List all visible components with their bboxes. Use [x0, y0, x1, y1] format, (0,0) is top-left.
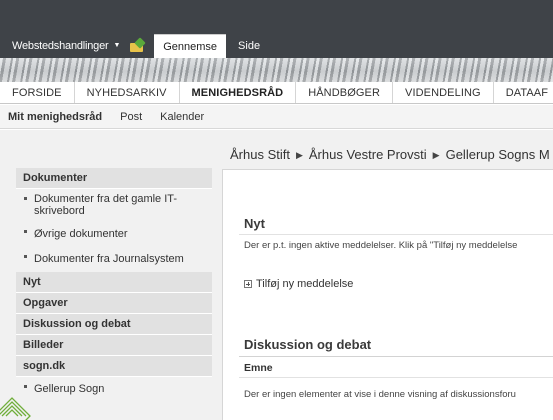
quicklaunch-item-gellerup[interactable]: Gellerup Sogn: [16, 377, 212, 405]
breadcrumb-arrow-icon: ▶: [295, 150, 303, 160]
webpart-title-diskussion[interactable]: Diskussion og debat: [244, 337, 371, 352]
tab-side[interactable]: Side: [226, 33, 272, 58]
webpart-divider: [239, 234, 553, 235]
nav-forside[interactable]: FORSIDE: [0, 82, 75, 103]
top-navigation: FORSIDE NYHEDSARKIV MENIGHEDSRÅD HÅNDBØG…: [0, 82, 553, 104]
quicklaunch-heading-nyt[interactable]: Nyt: [16, 272, 212, 293]
quicklaunch-item-journalsystem[interactable]: Dokumenter fra Journalsystem: [16, 247, 212, 272]
quick-launch: Dokumenter Dokumenter fra det gamle IT-s…: [16, 168, 212, 405]
site-actions-menu[interactable]: Webstedshandlinger ▼: [0, 33, 154, 58]
nav-dataaf[interactable]: DATAAF: [494, 82, 553, 103]
webpart-title-nyt[interactable]: Nyt: [244, 216, 265, 231]
add-announcement-label: Tilføj ny meddelelse: [256, 278, 354, 290]
navigate-up-icon[interactable]: [130, 36, 146, 52]
tab-gennemse-label: Gennemse: [163, 40, 218, 53]
tab-gennemse[interactable]: Gennemse: [154, 34, 227, 58]
sub-navigation: Mit menighedsråd Post Kalender: [0, 105, 553, 129]
add-icon: [244, 280, 252, 288]
subnav-kalender[interactable]: Kalender: [150, 111, 212, 123]
quicklaunch-heading-sogn[interactable]: sogn.dk: [16, 356, 212, 377]
quicklaunch-heading-opgaver[interactable]: Opgaver: [16, 293, 212, 314]
quicklaunch-item-it-skrivebord[interactable]: Dokumenter fra det gamle IT-skrivebord: [16, 189, 212, 222]
nav-nyhedsarkiv[interactable]: NYHEDSARKIV: [75, 82, 180, 103]
quicklaunch-heading-diskussion[interactable]: Diskussion og debat: [16, 314, 212, 335]
discussion-empty-text: Der er ingen elementer at vise i denne v…: [244, 389, 516, 400]
site-actions-label: Webstedshandlinger: [12, 39, 109, 52]
add-announcement-link[interactable]: Tilføj ny meddelelse: [244, 278, 353, 290]
quicklaunch-item-oevrige[interactable]: Øvrige dokumenter: [16, 222, 212, 247]
breadcrumb-arrow-icon: ▶: [432, 150, 440, 160]
main-content: Nyt Der er p.t. ingen aktive meddelelser…: [222, 169, 553, 420]
ribbon-row: Webstedshandlinger ▼ Gennemse Side: [0, 33, 553, 58]
quicklaunch-heading-billeder[interactable]: Billeder: [16, 335, 212, 356]
nav-haandboeger[interactable]: HÅNDBØGER: [296, 82, 394, 103]
column-header-label: Emne: [244, 362, 273, 374]
breadcrumb-item-provsti[interactable]: Århus Vestre Provsti: [309, 147, 427, 162]
nav-videndeling[interactable]: VIDENDELING: [393, 82, 494, 103]
column-header-emne[interactable]: Emne: [239, 356, 553, 378]
subnav-mit-menighedsraad[interactable]: Mit menighedsråd: [0, 111, 110, 123]
quicklaunch-heading-dokumenter[interactable]: Dokumenter: [16, 168, 212, 189]
breadcrumb: Århus Stift ▶ Århus Vestre Provsti ▶ Gelleru…: [230, 147, 550, 162]
announcements-empty-text: Der er p.t. ingen aktive meddelelser. Kl…: [244, 240, 518, 251]
header-banner-image: [0, 58, 553, 82]
nav-menighedsraad[interactable]: MENIGHEDSRÅD: [180, 82, 297, 103]
church-logo-icon: [0, 397, 31, 420]
ribbon: Webstedshandlinger ▼ Gennemse Side: [0, 0, 553, 58]
breadcrumb-item-sogn[interactable]: Gellerup Sogns M: [446, 147, 550, 162]
breadcrumb-item-stift[interactable]: Århus Stift: [230, 147, 290, 162]
subnav-post[interactable]: Post: [110, 111, 150, 123]
chevron-down-icon: ▼: [113, 42, 121, 49]
tab-side-label: Side: [238, 39, 261, 52]
